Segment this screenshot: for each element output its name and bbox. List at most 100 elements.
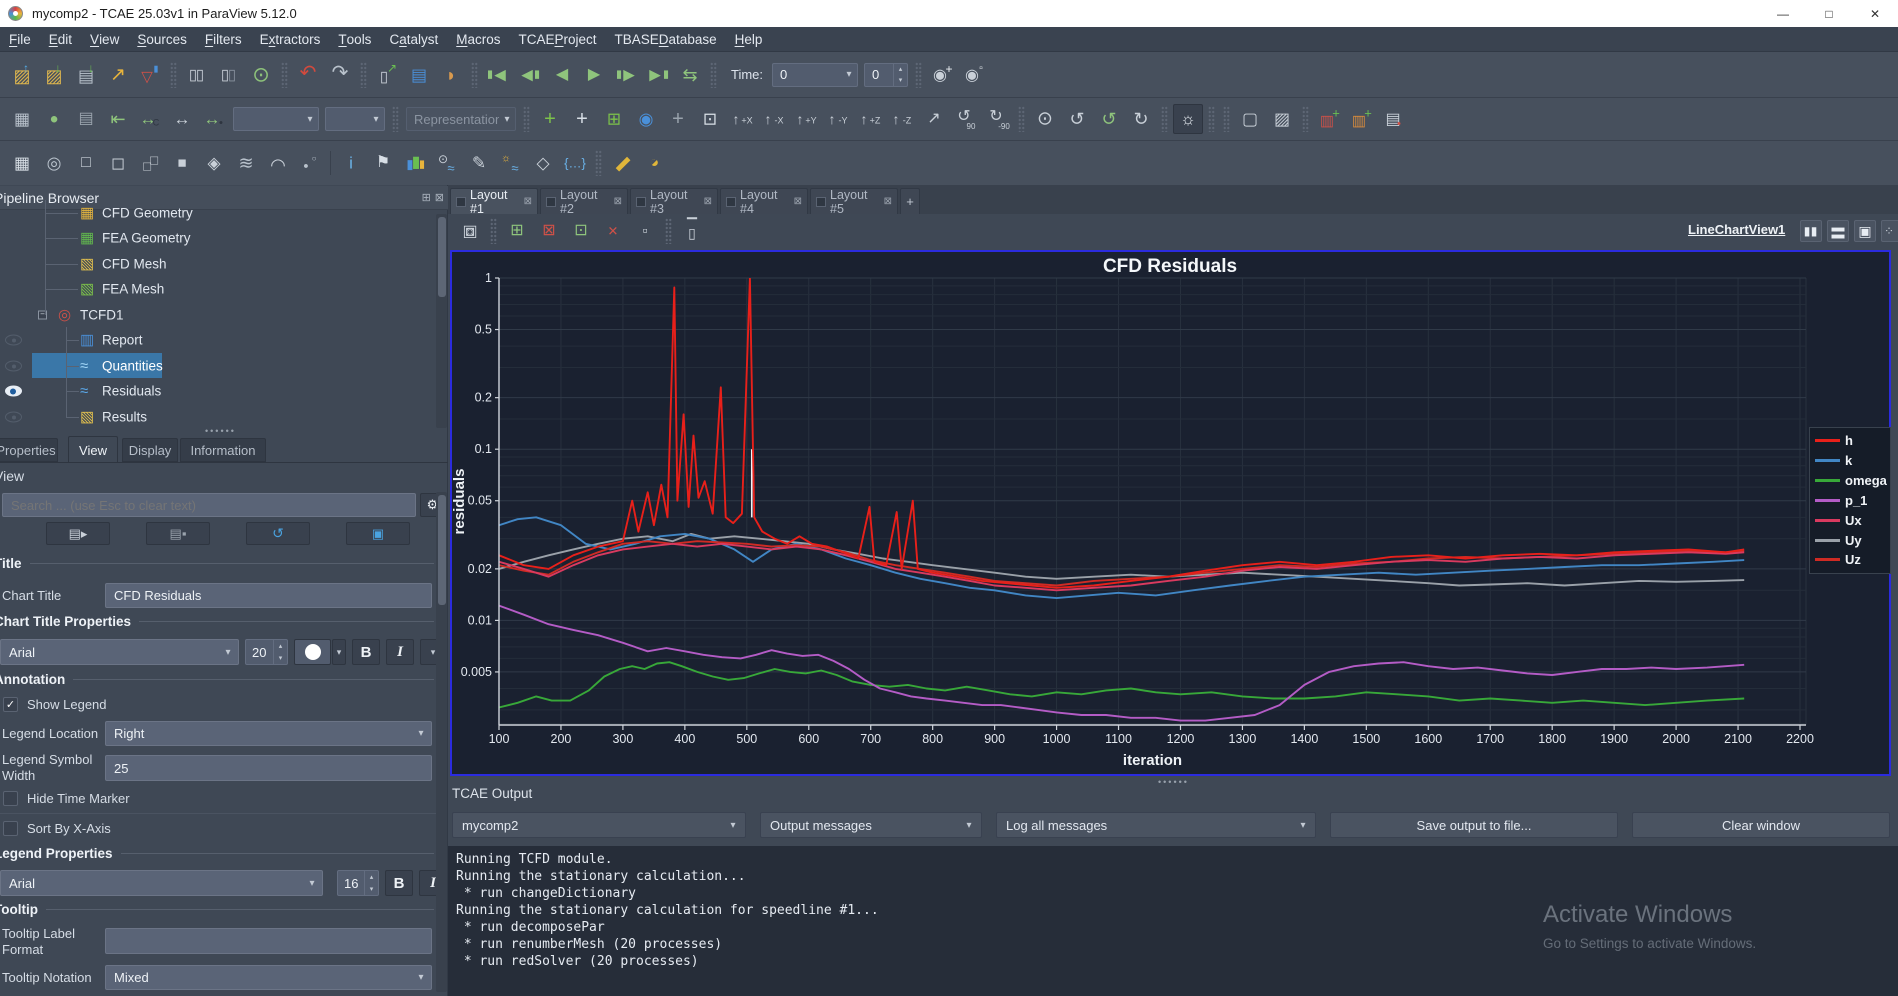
- warp-icon[interactable]: ◠: [263, 148, 293, 178]
- visibility-eye-icon[interactable]: [5, 335, 22, 346]
- close-tab-icon[interactable]: ⊠: [794, 196, 802, 207]
- tbase-add2-icon[interactable]: ▥+: [1346, 104, 1376, 134]
- output-splitter[interactable]: ••••••: [1158, 777, 1189, 787]
- layout-tab-5[interactable]: Layout #5⊠: [810, 188, 898, 214]
- capture-view-icon[interactable]: ▣◉: [455, 216, 485, 246]
- output-console[interactable]: Running TCFD module.Running the stationa…: [448, 846, 1898, 996]
- add-layout-tab[interactable]: +: [900, 188, 920, 214]
- menu-tbase-database[interactable]: TBASE Database: [606, 27, 726, 51]
- stride-combo[interactable]: ▾: [325, 107, 385, 131]
- panel-splitter[interactable]: ••••••: [205, 426, 236, 436]
- search-input[interactable]: [2, 493, 416, 517]
- tab-view[interactable]: View: [68, 436, 118, 463]
- title-color-dropdown[interactable]: ▾: [332, 639, 346, 665]
- menu-view[interactable]: View: [81, 27, 128, 51]
- calculator-icon[interactable]: ▦: [7, 148, 37, 178]
- title-color-button[interactable]: [294, 639, 331, 665]
- hide-time-marker-checkbox[interactable]: [3, 791, 18, 806]
- sort-by-xaxis-checkbox[interactable]: [3, 821, 18, 836]
- maximize-view-icon[interactable]: ▣: [1854, 220, 1876, 242]
- copy-properties-button[interactable]: ▤▸: [46, 522, 110, 545]
- legend-bold-button[interactable]: B: [385, 870, 413, 896]
- menu-file[interactable]: File: [0, 27, 40, 51]
- save-state-icon[interactable]: ▨↓: [39, 60, 69, 90]
- spreadsheet-icon[interactable]: ▦: [7, 104, 37, 134]
- layout-tab-4[interactable]: Layout #4⊠: [720, 188, 808, 214]
- play-backward-icon[interactable]: ◀: [547, 60, 577, 90]
- tbase-report-icon[interactable]: ▤●: [1378, 104, 1408, 134]
- select-cells-on-icon[interactable]: +: [535, 104, 565, 134]
- pipeline-item-fea-mesh[interactable]: ▧FEA Mesh: [0, 277, 435, 302]
- select-frustum-cells-icon[interactable]: ⊞: [599, 104, 629, 134]
- paste-icon[interactable]: ▤: [71, 104, 101, 134]
- title-font-size-spinbox[interactable]: 20 ▴▾: [245, 639, 288, 665]
- chart-title-input[interactable]: [105, 583, 432, 608]
- close-button[interactable]: ✕: [1852, 0, 1898, 27]
- close-tab-icon[interactable]: ⊠: [614, 196, 622, 207]
- save-screenshot-icon[interactable]: ↗: [103, 60, 133, 90]
- surface-lic-icon[interactable]: ▢: [1235, 104, 1265, 134]
- flag-icon[interactable]: ⚑: [368, 148, 398, 178]
- glyph-circles-icon[interactable]: ●○: [295, 148, 325, 178]
- select-points-on-icon[interactable]: +: [567, 104, 597, 134]
- timestep-first-icon[interactable]: ⇤: [103, 104, 133, 134]
- set-view-plus-y-icon[interactable]: ↑+Y: [791, 104, 821, 134]
- menu-filters[interactable]: Filters: [196, 27, 251, 51]
- menu-tcae-project[interactable]: TCAE Project: [509, 27, 605, 51]
- representation-combo[interactable]: Representation▾: [406, 107, 516, 131]
- title-bold-button[interactable]: B: [352, 639, 380, 665]
- tab-display[interactable]: Display: [122, 438, 178, 462]
- menu-help[interactable]: Help: [726, 27, 772, 51]
- timer-icon[interactable]: ⊙: [246, 60, 276, 90]
- trash-icon[interactable]: ▯▔: [677, 216, 707, 246]
- layout-tab-1[interactable]: Layout #1⊠: [450, 188, 538, 214]
- connect-server-icon[interactable]: ▯▯: [182, 60, 212, 90]
- paste-properties-button[interactable]: ▤▪: [146, 522, 210, 545]
- visibility-eye-icon[interactable]: [5, 411, 22, 422]
- add-view-icon[interactable]: ⊞: [502, 216, 532, 246]
- plot-data-icon[interactable]: ☼≈: [496, 148, 526, 178]
- menu-sources[interactable]: Sources: [128, 27, 196, 51]
- close-tab-icon[interactable]: ⊠: [524, 196, 532, 207]
- legend-symbol-width-input[interactable]: [105, 755, 432, 781]
- reset-properties-button[interactable]: ↺: [246, 522, 310, 545]
- timestep-forward-icon[interactable]: ↔: [167, 104, 197, 134]
- transform-box-icon[interactable]: ◻: [103, 148, 133, 178]
- save-animation-icon[interactable]: ▽▮: [135, 60, 165, 90]
- tbase-add-icon[interactable]: ▥+: [1314, 104, 1344, 134]
- colormap-editor-icon[interactable]: ▤: [404, 60, 434, 90]
- protractor-icon[interactable]: ◑: [639, 148, 669, 178]
- isometric-view-icon[interactable]: ↗: [919, 104, 949, 134]
- plot-over-line-icon[interactable]: ✎: [464, 148, 494, 178]
- menu-edit[interactable]: Edit: [40, 27, 81, 51]
- solid-cube-icon[interactable]: ■: [167, 148, 197, 178]
- center-of-rotation-icon[interactable]: ⊙: [1030, 104, 1060, 134]
- title-font-combo[interactable]: Arial▾: [0, 639, 239, 665]
- show-legend-checkbox[interactable]: ✓: [3, 697, 18, 712]
- save-data-icon[interactable]: ▤↓: [71, 60, 101, 90]
- set-view-minus-x-icon[interactable]: ↑-X: [759, 104, 789, 134]
- close-tab-icon[interactable]: ⊠: [884, 196, 892, 207]
- set-view-minus-y-icon[interactable]: ↑-Y: [823, 104, 853, 134]
- stream-tracer-icon[interactable]: ≋: [231, 148, 261, 178]
- auto-apply-icon[interactable]: ▯↗: [372, 60, 402, 90]
- rotate-90-cw-icon[interactable]: ↻-90: [983, 104, 1013, 134]
- last-frame-icon[interactable]: ▶▮: [643, 60, 673, 90]
- tab-checkbox[interactable]: [726, 197, 736, 207]
- menu-catalyst[interactable]: Catalyst: [380, 27, 447, 51]
- play-icon[interactable]: ▶: [579, 60, 609, 90]
- close-tab-icon[interactable]: ⊠: [704, 196, 712, 207]
- probe-location-icon[interactable]: i: [336, 148, 366, 178]
- tab-checkbox[interactable]: [636, 197, 646, 207]
- legend-font-size-spinbox[interactable]: 16 ▴▾: [337, 870, 379, 896]
- tab-checkbox[interactable]: [456, 197, 466, 207]
- previous-frame-icon[interactable]: ◀▮: [515, 60, 545, 90]
- menu-macros[interactable]: Macros: [447, 27, 509, 51]
- close-chart-icon[interactable]: ✕: [598, 216, 628, 246]
- tab-information[interactable]: Information: [180, 438, 266, 462]
- time-value-combo[interactable]: 0▾: [772, 63, 858, 87]
- light-bulb-icon[interactable]: ☼: [1173, 104, 1203, 134]
- layout-tab-3[interactable]: Layout #3⊠: [630, 188, 718, 214]
- undo-icon[interactable]: ↶: [293, 60, 323, 90]
- pipeline-scrollbar[interactable]: [436, 214, 447, 428]
